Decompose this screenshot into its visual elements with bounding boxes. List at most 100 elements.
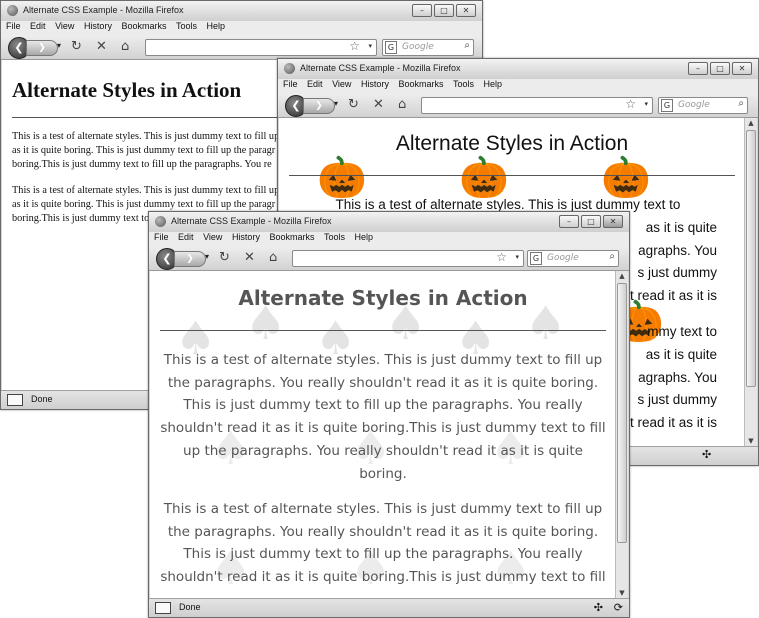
menu-view[interactable]: View [55,21,74,31]
magnifier-icon[interactable]: ⌕ [738,98,744,109]
url-dropdown-icon[interactable]: ▾ [368,42,372,50]
star-icon[interactable]: ☆ [625,97,636,111]
menu-bookmarks[interactable]: Bookmarks [398,79,443,89]
url-input[interactable]: ☆ ▾ [421,97,653,114]
history-dropdown-icon[interactable]: ▾ [57,41,61,50]
menu-history[interactable]: History [361,79,389,89]
google-icon[interactable]: G [530,252,542,265]
home-icon[interactable]: ⌂ [269,250,277,265]
firefox-icon [7,5,18,16]
title-bar: Alternate CSS Example - Mozilla Firefox … [149,212,629,232]
vertical-scrollbar[interactable]: ▲ ▼ [615,271,628,598]
window-title: Alternate CSS Example - Mozilla Firefox [171,216,332,226]
scroll-up-icon[interactable]: ▲ [616,272,628,280]
scroll-down-icon[interactable]: ▼ [745,437,757,445]
stop-icon[interactable]: ✕ [244,250,255,265]
search-placeholder: Google [547,253,579,263]
status-icon: ✣ [702,449,712,461]
url-dropdown-icon[interactable]: ▾ [515,253,519,261]
window-title: Alternate CSS Example - Mozilla Firefox [300,63,461,73]
menu-tools[interactable]: Tools [453,79,474,89]
stop-icon[interactable]: ✕ [96,39,107,54]
page-heading: Alternate Styles in Action [238,286,528,310]
menu-bar: File Edit View History Bookmarks Tools H… [1,21,482,35]
page-heading: Alternate Styles in Action [395,132,629,155]
search-placeholder: Google [678,100,710,110]
menu-file[interactable]: File [6,21,21,31]
search-input[interactable]: G Google ⌕ [658,97,748,114]
menu-edit[interactable]: Edit [307,79,323,89]
search-input[interactable]: G Google ⌕ [382,39,474,56]
paragraph-2: This is a test of alternate styles. This… [160,501,606,594]
magnifier-icon[interactable]: ⌕ [609,251,615,262]
magnifier-icon[interactable]: ⌕ [464,40,470,51]
menu-history[interactable]: History [232,232,260,242]
paragraph-1: This is a test of alternate styles. This… [160,352,606,482]
google-icon[interactable]: G [661,99,673,112]
menu-bar: File Edit View History Bookmarks Tools H… [149,232,629,246]
scrollbar-thumb[interactable] [746,130,756,387]
close-button[interactable]: ✕ [603,215,623,228]
menu-file[interactable]: File [283,79,298,89]
page-content: ♠ ♠ ♠ ♠ ♠ ♠ ♠ ♠ ♠ ♠ ♠ ♠ Alternate Styles… [150,271,628,598]
menu-history[interactable]: History [84,21,112,31]
star-icon[interactable]: ☆ [496,250,507,264]
menu-tools[interactable]: Tools [176,21,197,31]
scrollbar-thumb[interactable] [617,283,627,543]
firefox-icon [155,216,166,227]
scroll-down-icon[interactable]: ▼ [616,589,628,597]
firefox-icon [284,63,295,74]
navigation-toolbar: ❮ ❯ ▾ ↻ ✕ ⌂ ☆ ▾ G Google ⌕ [149,246,629,271]
menu-edit[interactable]: Edit [30,21,46,31]
resize-grip-icon[interactable]: ⟳ [614,601,623,614]
menu-help[interactable]: Help [207,21,226,31]
search-placeholder: Google [402,42,434,52]
menu-file[interactable]: File [154,232,169,242]
minimize-button[interactable]: – [412,4,432,17]
url-input[interactable]: ☆ ▾ [292,250,524,267]
url-input[interactable]: ☆ ▾ [145,39,377,56]
menu-bookmarks[interactable]: Bookmarks [121,21,166,31]
minimize-button[interactable]: – [688,62,708,75]
search-input[interactable]: G Google ⌕ [527,250,619,267]
status-icon [155,602,171,614]
forward-arrow-icon[interactable]: ❯ [174,251,206,267]
menu-edit[interactable]: Edit [178,232,194,242]
navigation-toolbar: ❮ ❯ ▾ ↻ ✕ ⌂ ☆ ▾ G Google ⌕ [278,93,758,118]
menu-help[interactable]: Help [355,232,374,242]
menu-view[interactable]: View [203,232,222,242]
forward-arrow-icon[interactable]: ❯ [303,98,335,114]
google-icon[interactable]: G [385,41,397,54]
close-button[interactable]: ✕ [732,62,752,75]
reload-icon[interactable]: ↻ [219,250,230,265]
scroll-up-icon[interactable]: ▲ [745,119,757,127]
title-bar: Alternate CSS Example - Mozilla Firefox … [1,1,482,21]
reload-icon[interactable]: ↻ [348,97,359,112]
maximize-button[interactable]: □ [434,4,454,17]
menu-tools[interactable]: Tools [324,232,345,242]
maximize-button[interactable]: □ [581,215,601,228]
history-dropdown-icon[interactable]: ▾ [334,99,338,108]
menu-view[interactable]: View [332,79,351,89]
history-dropdown-icon[interactable]: ▾ [205,252,209,261]
forward-arrow-icon[interactable]: ❯ [26,40,58,56]
minimize-button[interactable]: – [559,215,579,228]
reload-icon[interactable]: ↻ [71,39,82,54]
star-icon[interactable]: ☆ [349,39,360,53]
menu-bar: File Edit View History Bookmarks Tools H… [278,79,758,93]
heading-rule [289,175,735,176]
close-button[interactable]: ✕ [456,4,476,17]
stop-icon[interactable]: ✕ [373,97,384,112]
status-text: Done [31,394,53,404]
heading-rule [160,330,606,331]
maximize-button[interactable]: □ [710,62,730,75]
menu-help[interactable]: Help [484,79,503,89]
home-icon[interactable]: ⌂ [398,97,406,112]
status-bar: Done ✣ ⟳ [149,598,629,617]
menu-bookmarks[interactable]: Bookmarks [269,232,314,242]
home-icon[interactable]: ⌂ [121,39,129,54]
status-text: Done [179,602,201,612]
vertical-scrollbar[interactable]: ▲ ▼ [744,118,757,446]
url-dropdown-icon[interactable]: ▾ [644,100,648,108]
addon-icon: ✣ [593,602,603,614]
